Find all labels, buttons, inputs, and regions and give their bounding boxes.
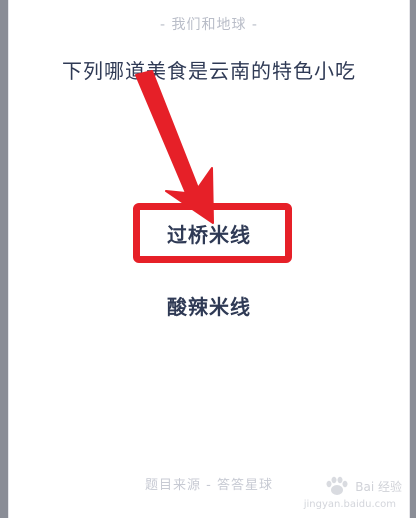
watermark-url: jingyan.baidu.com bbox=[303, 499, 396, 510]
quiz-header: - 我们和地球 - bbox=[159, 17, 258, 33]
question-text: 下列哪道美食是云南的特色小吃 bbox=[62, 59, 356, 83]
answer-option-2[interactable]: 酸辣米线 bbox=[9, 291, 409, 320]
quiz-card: - 我们和地球 - 下列哪道美食是云南的特色小吃 过桥米线 酸辣米线 题目来源 … bbox=[8, 0, 410, 518]
answer-option-1[interactable]: 过桥米线 bbox=[9, 219, 409, 248]
question-source: 题目来源 - 答答星球 bbox=[145, 478, 273, 493]
